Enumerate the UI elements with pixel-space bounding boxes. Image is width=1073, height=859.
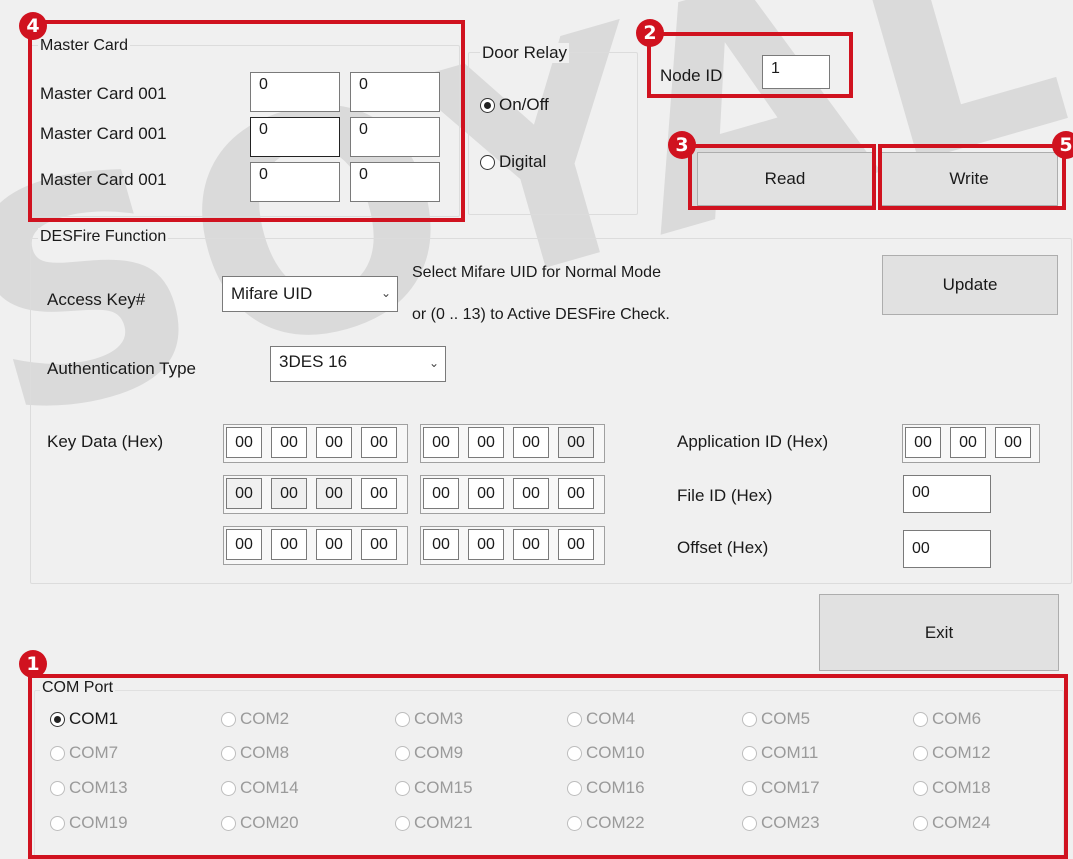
radio-selected-icon: [480, 97, 495, 113]
file-id-label: File ID (Hex): [677, 486, 773, 505]
step-badge-1: 1: [19, 650, 47, 678]
door-relay-onoff-label: On/Off: [499, 95, 549, 114]
key-data-byte[interactable]: 00: [361, 427, 397, 458]
step-badge-4: 4: [19, 12, 47, 40]
desfire-group-label: DESFire Function: [38, 228, 169, 246]
key-data-byte[interactable]: 00: [271, 427, 307, 458]
radio-unselected-icon: [480, 154, 495, 170]
application-id-byte[interactable]: 00: [995, 427, 1031, 458]
highlight-master-card: [28, 20, 465, 222]
access-key-hint-1: Select Mifare UID for Normal Mode: [412, 264, 661, 281]
key-data-byte[interactable]: 00: [316, 478, 352, 509]
offset-input[interactable]: 00: [903, 530, 991, 568]
key-data-byte[interactable]: 00: [423, 427, 459, 458]
access-key-select[interactable]: Mifare UID ⌄: [222, 276, 398, 312]
key-data-byte[interactable]: 00: [513, 478, 549, 509]
access-key-value: Mifare UID: [231, 284, 313, 303]
key-data-byte[interactable]: 00: [513, 427, 549, 458]
access-key-label: Access Key#: [47, 290, 146, 309]
authentication-type-label: Authentication Type: [47, 359, 197, 378]
door-relay-onoff-radio[interactable]: On/Off: [480, 95, 549, 115]
key-data-byte[interactable]: 00: [558, 427, 594, 458]
highlight-write: [878, 144, 1066, 210]
authentication-type-value: 3DES 16: [279, 352, 348, 371]
key-data-byte[interactable]: 00: [226, 478, 262, 509]
application-id-label: Application ID (Hex): [677, 432, 829, 451]
application-id-byte[interactable]: 00: [905, 427, 941, 458]
door-relay-group: [468, 52, 638, 215]
access-key-hint-2: or (0 .. 13) to Active DESFire Check.: [412, 306, 670, 323]
door-relay-digital-label: Digital: [499, 152, 547, 171]
key-data-byte[interactable]: 00: [316, 529, 352, 560]
step-badge-5: 5: [1052, 131, 1073, 159]
key-data-byte[interactable]: 00: [361, 478, 397, 509]
key-data-byte[interactable]: 00: [513, 529, 549, 560]
key-data-byte[interactable]: 00: [316, 427, 352, 458]
step-badge-2: 2: [636, 19, 664, 47]
key-data-byte[interactable]: 00: [271, 529, 307, 560]
key-data-byte[interactable]: 00: [468, 427, 504, 458]
key-data-byte[interactable]: 00: [423, 529, 459, 560]
door-relay-digital-radio[interactable]: Digital: [480, 152, 546, 172]
step-badge-3: 3: [668, 131, 696, 159]
file-id-input[interactable]: 00: [903, 475, 991, 513]
chevron-down-icon: ⌄: [428, 356, 439, 370]
key-data-byte[interactable]: 00: [226, 427, 262, 458]
key-data-byte[interactable]: 00: [468, 478, 504, 509]
key-data-byte[interactable]: 00: [226, 529, 262, 560]
key-data-byte[interactable]: 00: [271, 478, 307, 509]
key-data-byte[interactable]: 00: [558, 478, 594, 509]
highlight-com-port: [28, 674, 1068, 859]
door-relay-group-label: Door Relay: [480, 43, 570, 63]
chevron-down-icon: ⌄: [380, 286, 391, 300]
key-data-byte[interactable]: 00: [558, 529, 594, 560]
config-window: SOYAL Master Card Master Card 001 0 0 Ma…: [0, 0, 1073, 859]
update-button[interactable]: Update: [882, 255, 1058, 315]
authentication-type-select[interactable]: 3DES 16 ⌄: [270, 346, 446, 382]
offset-label: Offset (Hex): [677, 538, 769, 557]
key-data-byte[interactable]: 00: [468, 529, 504, 560]
application-id-byte[interactable]: 00: [950, 427, 986, 458]
key-data-byte[interactable]: 00: [361, 529, 397, 560]
key-data-label: Key Data (Hex): [47, 432, 164, 451]
exit-button[interactable]: Exit: [819, 594, 1059, 671]
key-data-byte[interactable]: 00: [423, 478, 459, 509]
highlight-read: [688, 144, 876, 210]
highlight-node-id: [647, 32, 853, 98]
